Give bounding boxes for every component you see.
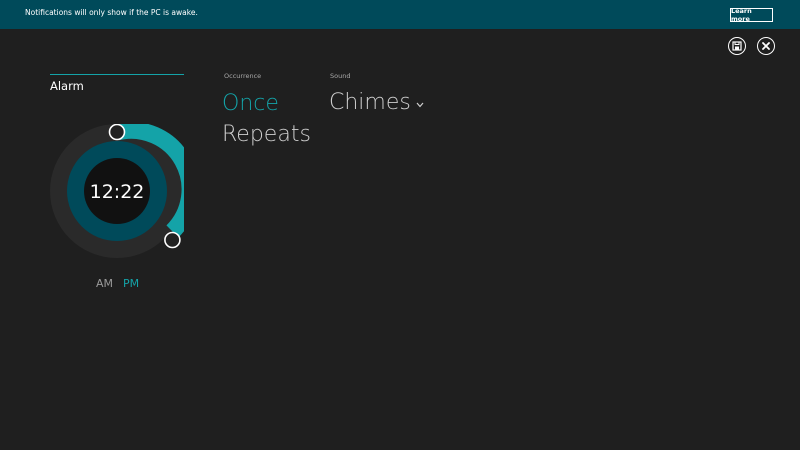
sound-value: Chimes bbox=[329, 90, 411, 115]
hour-handle[interactable] bbox=[108, 124, 126, 141]
save-icon bbox=[732, 41, 742, 51]
learn-more-button[interactable]: Learn more bbox=[730, 7, 773, 23]
occurrence-label: Occurrence bbox=[224, 72, 262, 80]
alarm-underline bbox=[50, 74, 184, 75]
save-button[interactable] bbox=[728, 37, 746, 55]
occurrence-once[interactable]: Once bbox=[222, 91, 279, 116]
sound-dropdown[interactable]: Chimes bbox=[329, 90, 424, 115]
notification-bar: Notifications will only show if the PC i… bbox=[0, 0, 800, 29]
sound-label: Sound bbox=[330, 72, 351, 80]
chevron-down-icon bbox=[416, 102, 424, 107]
alarm-title: Alarm bbox=[50, 79, 84, 93]
close-icon bbox=[762, 42, 770, 50]
pm-toggle[interactable]: PM bbox=[123, 277, 139, 290]
time-dial[interactable]: 12:22 bbox=[50, 124, 184, 258]
notification-text: Notifications will only show if the PC i… bbox=[25, 8, 198, 17]
occurrence-repeats[interactable]: Repeats bbox=[222, 122, 311, 147]
am-toggle[interactable]: AM bbox=[96, 277, 113, 290]
close-button[interactable] bbox=[757, 37, 775, 55]
minute-handle[interactable] bbox=[164, 231, 181, 249]
time-display: 12:22 bbox=[90, 181, 145, 203]
